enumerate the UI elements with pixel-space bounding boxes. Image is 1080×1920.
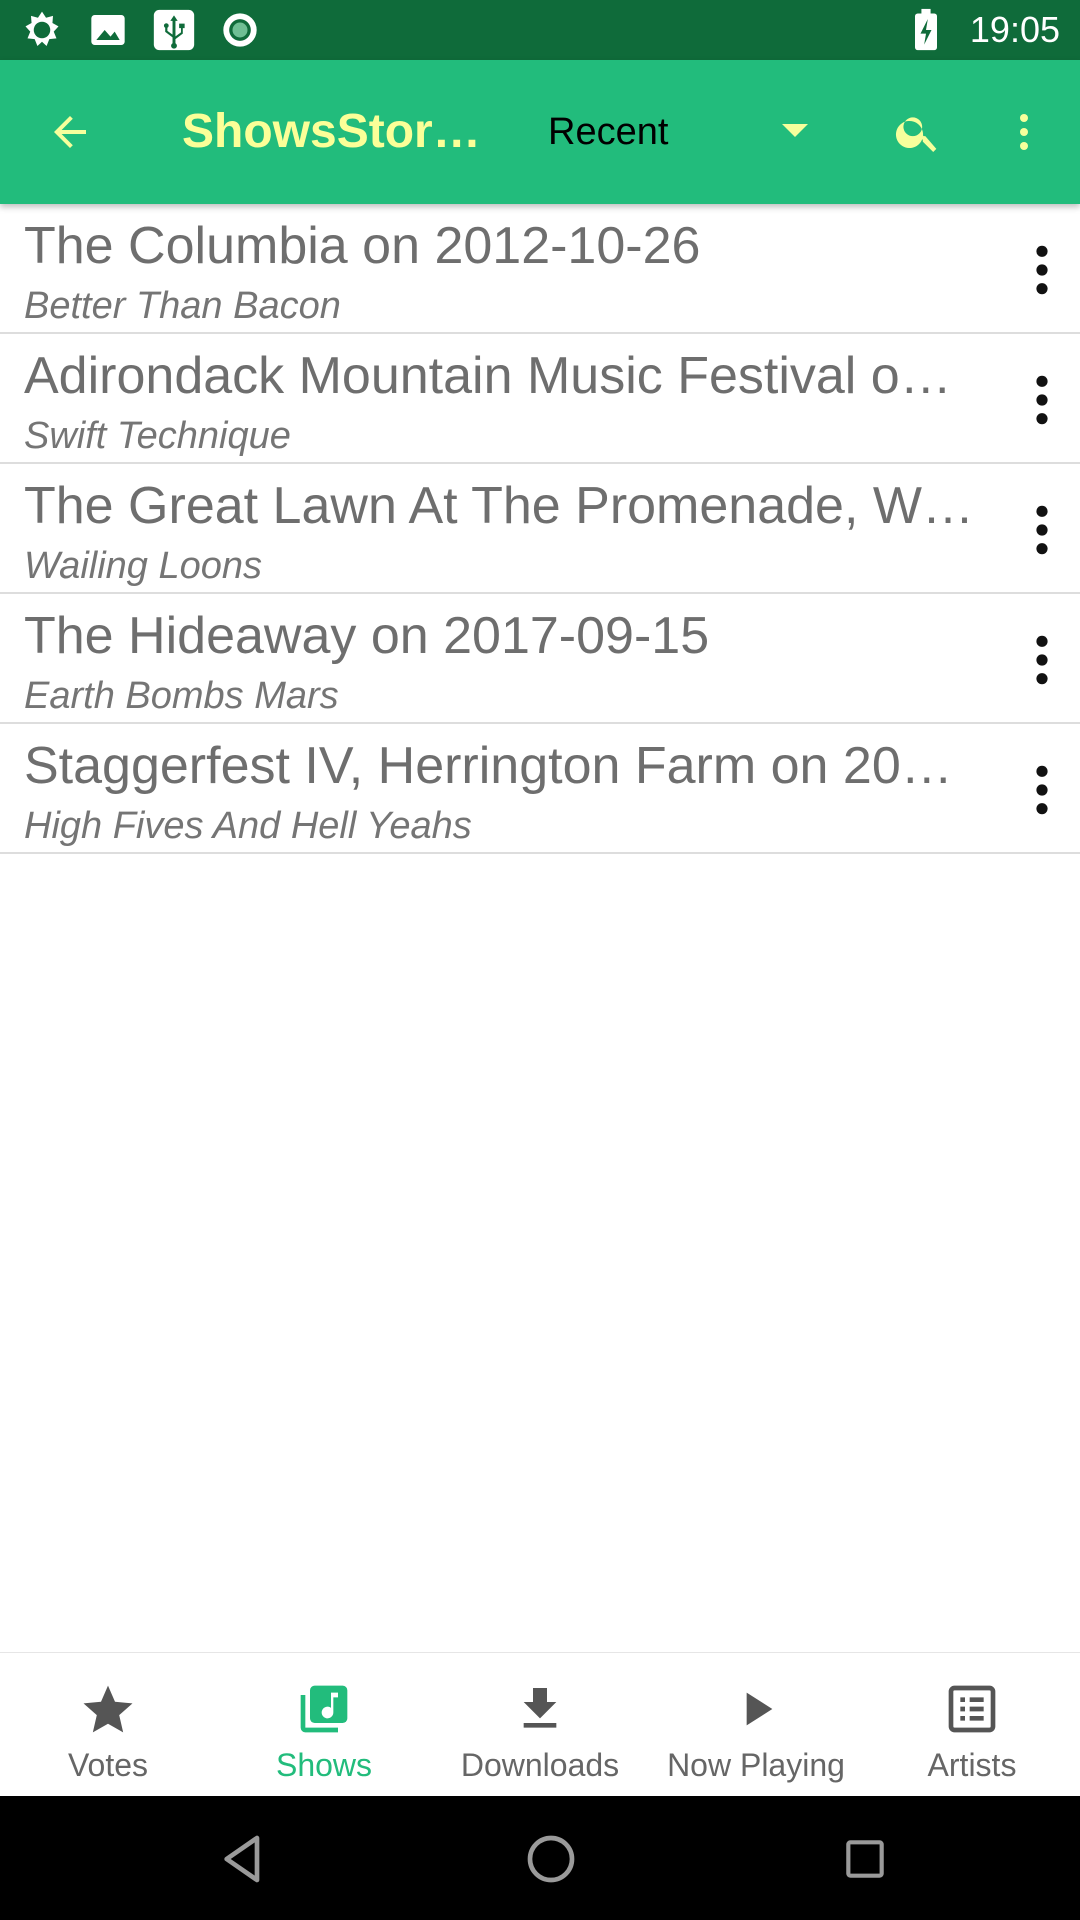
back-button[interactable] — [36, 98, 104, 166]
app-bar: ShowsStore… Recent — [0, 60, 1080, 204]
nav-downloads[interactable]: Downloads — [432, 1653, 648, 1797]
list-item[interactable]: The Great Lawn At The Promenade, W… Wail… — [0, 464, 1080, 594]
nav-label: Now Playing — [667, 1747, 845, 1783]
more-vert-icon — [1036, 635, 1048, 685]
nav-artists[interactable]: Artists — [864, 1653, 1080, 1797]
nav-label: Shows — [275, 1747, 373, 1783]
circle-home-icon — [527, 1835, 575, 1883]
music-library-icon — [294, 1679, 354, 1739]
clock: 19:05 — [969, 9, 1060, 50]
system-navigation-bar — [0, 1796, 1080, 1920]
list-icon — [942, 1679, 1002, 1739]
nav-votes[interactable]: Votes — [0, 1653, 216, 1797]
nav-shows[interactable]: Shows — [216, 1653, 432, 1797]
record-icon — [218, 8, 262, 52]
show-artist: Earth Bombs Mars — [24, 675, 339, 717]
image-icon — [86, 8, 130, 52]
nav-label: Artists — [927, 1747, 1017, 1783]
play-icon — [726, 1679, 786, 1739]
list-item[interactable]: Adirondack Mountain Music Festival o… Sw… — [0, 334, 1080, 464]
status-bar: 19:05 — [0, 0, 1080, 60]
battery-charging-icon — [904, 8, 948, 52]
item-menu-button[interactable] — [1010, 754, 1074, 826]
sort-dropdown[interactable]: Recent — [530, 94, 830, 170]
download-icon — [510, 1679, 570, 1739]
item-menu-button[interactable] — [1010, 364, 1074, 436]
page-title: ShowsStore… — [182, 105, 502, 158]
item-menu-button[interactable] — [1010, 234, 1074, 306]
search-icon — [895, 117, 937, 152]
search-button[interactable] — [884, 98, 952, 166]
show-title: The Hideaway on 2017-09-15 — [24, 607, 710, 665]
list-item[interactable]: Staggerfest IV, Herrington Farm on 20… H… — [0, 724, 1080, 854]
star-icon — [78, 1679, 138, 1739]
shows-list: The Columbia on 2012-10-26 Better Than B… — [0, 204, 1080, 854]
show-title: Staggerfest IV, Herrington Farm on 20… — [24, 737, 953, 795]
arrow-back-icon — [54, 116, 86, 148]
show-title: The Great Lawn At The Promenade, W… — [24, 477, 974, 535]
show-artist: Wailing Loons — [24, 545, 263, 587]
show-title: The Columbia on 2012-10-26 — [24, 217, 701, 275]
usb-icon — [152, 8, 196, 52]
bottom-navigation: Votes Shows Downloads Now Playing Artist… — [0, 1652, 1080, 1797]
show-title: Adirondack Mountain Music Festival o… — [24, 347, 952, 405]
list-item[interactable]: The Hideaway on 2017-09-15 Earth Bombs M… — [0, 594, 1080, 724]
list-item[interactable]: The Columbia on 2012-10-26 Better Than B… — [0, 204, 1080, 334]
nav-label: Votes — [67, 1747, 149, 1783]
recents-nav-button[interactable] — [830, 1824, 900, 1894]
more-vert-icon — [1036, 765, 1048, 815]
home-nav-button[interactable] — [516, 1824, 586, 1894]
dropdown-arrow-icon — [782, 124, 808, 137]
more-vert-icon — [1036, 375, 1048, 425]
more-vert-icon — [1020, 114, 1028, 150]
back-nav-button[interactable] — [208, 1824, 278, 1894]
more-vert-icon — [1036, 505, 1048, 555]
triangle-back-icon — [224, 1835, 260, 1883]
show-artist: Swift Technique — [24, 415, 291, 457]
nav-label: Downloads — [460, 1747, 620, 1783]
brightness-icon — [20, 8, 64, 52]
item-menu-button[interactable] — [1010, 624, 1074, 696]
show-artist: Better Than Bacon — [24, 285, 341, 327]
more-vert-icon — [1036, 245, 1048, 295]
show-artist: High Fives And Hell Yeahs — [24, 805, 472, 847]
sort-dropdown-value: Recent — [548, 111, 669, 153]
item-menu-button[interactable] — [1010, 494, 1074, 566]
square-recents-icon — [846, 1840, 884, 1878]
overflow-menu-button[interactable] — [990, 98, 1058, 166]
nav-now-playing[interactable]: Now Playing — [648, 1653, 864, 1797]
